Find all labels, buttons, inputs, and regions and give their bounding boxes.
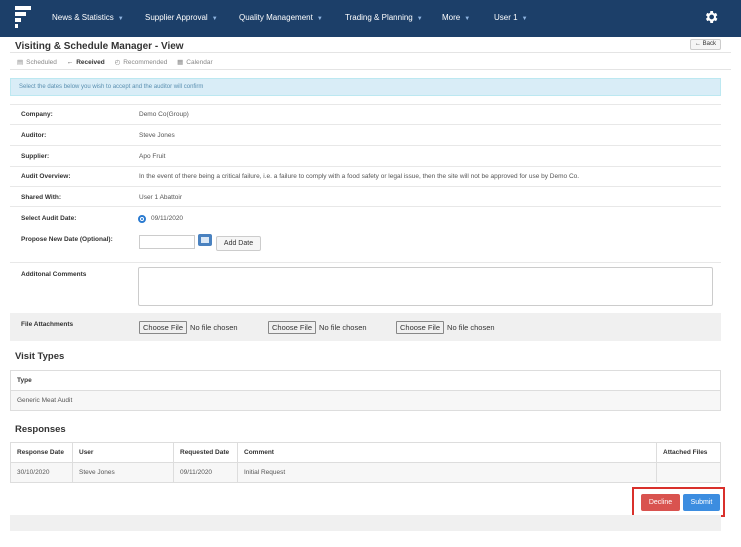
clock-icon: ◴	[114, 59, 121, 66]
calendar-icon: ▦	[177, 59, 184, 66]
field-value: Demo Co(Group)	[139, 111, 189, 118]
field-value: Apo Fruit	[139, 153, 166, 160]
audit-date-option[interactable]: 09/11/2020	[151, 215, 183, 222]
file-status: No file chosen	[447, 323, 495, 332]
field-label: Propose New Date (Optional):	[21, 236, 113, 243]
field-row-shared-with: Shared With: User 1 Abattoir	[10, 186, 721, 206]
field-row-audit-overview: Audit Overview: In the event of there be…	[10, 166, 721, 186]
table-header-row: Type	[10, 370, 721, 391]
column-header: Type	[10, 370, 721, 391]
page-title: Visiting & Schedule Manager - View	[15, 41, 184, 52]
responses-heading: Responses	[15, 424, 66, 435]
tab-received[interactable]: ← Received	[67, 59, 105, 66]
gear-icon[interactable]	[703, 9, 719, 25]
table-cell	[656, 462, 721, 483]
footer-bar	[10, 515, 721, 531]
chevron-down-icon: ▼	[316, 16, 323, 22]
file-input[interactable]: Choose File No file chosen	[268, 321, 367, 334]
top-navbar: News & Statistics ▼ Supplier Approval ▼ Qu…	[0, 0, 741, 37]
chevron-down-icon: ▼	[464, 16, 471, 22]
column-header: Response Date	[10, 442, 73, 463]
arrow-left-icon: ←	[66, 59, 74, 66]
nav-quality-management[interactable]: Quality Management ▼	[239, 13, 323, 22]
field-label: Supplier:	[21, 153, 50, 160]
divider	[10, 69, 731, 70]
table-cell: Steve Jones	[72, 462, 174, 483]
back-button[interactable]: ← Back	[690, 39, 721, 50]
field-row-audit-date: Select Audit Date: 09/11/2020	[10, 206, 721, 228]
view-tabs: ▤ Scheduled ← Received ◴ Recommended ▦ Calen…	[17, 58, 221, 66]
field-label: Additonal Comments	[21, 271, 87, 278]
tab-calendar[interactable]: ▦ Calendar	[177, 58, 213, 66]
field-row-auditor: Auditor: Steve Jones	[10, 124, 721, 145]
logo-icon[interactable]	[15, 6, 31, 28]
file-input[interactable]: Choose File No file chosen	[139, 321, 238, 334]
tab-recommended[interactable]: ◴ Recommended	[115, 58, 168, 66]
field-value: In the event of there being a critical f…	[139, 173, 580, 180]
file-status: No file chosen	[190, 323, 238, 332]
file-status: No file chosen	[319, 323, 367, 332]
field-row-supplier: Supplier: Apo Fruit	[10, 145, 721, 166]
table-row: Generic Meat Audit	[10, 390, 721, 411]
info-alert: Select the dates below you wish to accep…	[10, 78, 721, 96]
propose-date-input[interactable]	[139, 235, 195, 249]
field-row-company: Company: Demo Co(Group)	[10, 104, 721, 124]
tab-scheduled[interactable]: ▤ Scheduled	[17, 58, 57, 66]
choose-file-button[interactable]: Choose File	[139, 321, 188, 334]
table-cell: 09/11/2020	[173, 462, 238, 483]
responses-table: Response Date User Requested Date Commen…	[10, 442, 721, 483]
list-icon: ▤	[17, 59, 24, 66]
visit-types-heading: Visit Types	[15, 351, 65, 362]
chevron-down-icon: ▼	[521, 16, 528, 22]
column-header: User	[72, 442, 174, 463]
column-header: Comment	[237, 442, 657, 463]
nav-trading-planning[interactable]: Trading & Planning ▼	[345, 13, 423, 22]
table-header-row: Response Date User Requested Date Commen…	[10, 442, 721, 463]
table-row: 30/10/2020 Steve Jones 09/11/2020 Initia…	[10, 462, 721, 483]
field-label: Company:	[21, 111, 53, 118]
audit-date-radio[interactable]	[138, 215, 146, 223]
chevron-down-icon: ▼	[416, 16, 423, 22]
column-header: Attached Files	[656, 442, 721, 463]
visit-types-table: Type Generic Meat Audit	[10, 370, 721, 411]
nav-more[interactable]: More ▼	[442, 13, 470, 22]
field-label: Select Audit Date:	[21, 215, 77, 222]
table-cell: Initial Request	[237, 462, 657, 483]
field-value: User 1 Abattoir	[139, 194, 182, 201]
field-label: Auditor:	[21, 132, 47, 139]
divider	[10, 52, 731, 53]
decline-button[interactable]: Decline	[641, 494, 680, 511]
field-row-attachments: File Attachments Choose File No file chos…	[10, 313, 721, 341]
field-value: Steve Jones	[139, 132, 175, 139]
comments-textarea[interactable]	[138, 267, 713, 306]
file-input[interactable]: Choose File No file chosen	[396, 321, 495, 334]
field-label: Shared With:	[21, 194, 62, 201]
field-row-comments: Additonal Comments	[10, 262, 721, 313]
field-row-propose-date: Propose New Date (Optional): Add Date	[10, 228, 721, 262]
choose-file-button[interactable]: Choose File	[396, 321, 445, 334]
field-label: Audit Overview:	[21, 173, 71, 180]
nav-supplier-approval[interactable]: Supplier Approval ▼	[145, 13, 218, 22]
add-date-button[interactable]: Add Date	[216, 236, 261, 251]
calendar-picker-icon[interactable]	[198, 234, 212, 246]
chevron-down-icon: ▼	[211, 16, 218, 22]
column-header: Requested Date	[173, 442, 238, 463]
table-cell: Generic Meat Audit	[10, 390, 721, 411]
choose-file-button[interactable]: Choose File	[268, 321, 317, 334]
chevron-down-icon: ▼	[117, 16, 124, 22]
submit-button[interactable]: Submit	[683, 494, 720, 511]
table-cell: 30/10/2020	[10, 462, 73, 483]
nav-user-menu[interactable]: User 1 ▼	[494, 13, 528, 22]
nav-news-statistics[interactable]: News & Statistics ▼	[52, 13, 124, 22]
field-label: File Attachments	[21, 321, 74, 328]
